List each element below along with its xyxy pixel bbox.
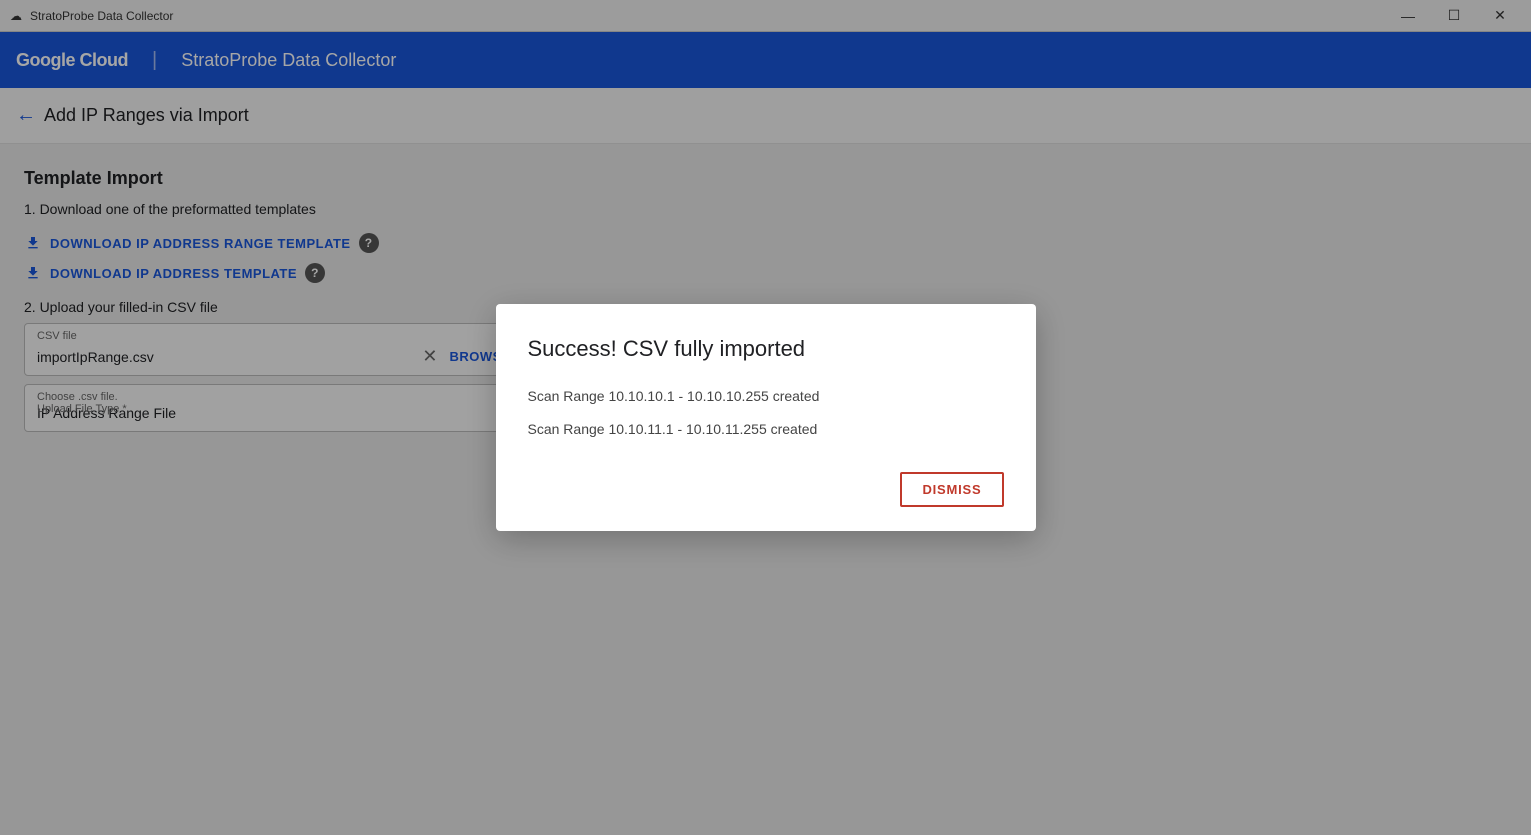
modal-message-1: Scan Range 10.10.10.1 - 10.10.10.255 cre… (528, 386, 1004, 407)
success-modal: Success! CSV fully imported Scan Range 1… (496, 304, 1036, 531)
modal-actions: DISMISS (528, 472, 1004, 507)
modal-title: Success! CSV fully imported (528, 336, 1004, 362)
dismiss-button[interactable]: DISMISS (900, 472, 1003, 507)
modal-message-2: Scan Range 10.10.11.1 - 10.10.11.255 cre… (528, 419, 1004, 440)
modal-overlay: Success! CSV fully imported Scan Range 1… (0, 0, 1531, 835)
